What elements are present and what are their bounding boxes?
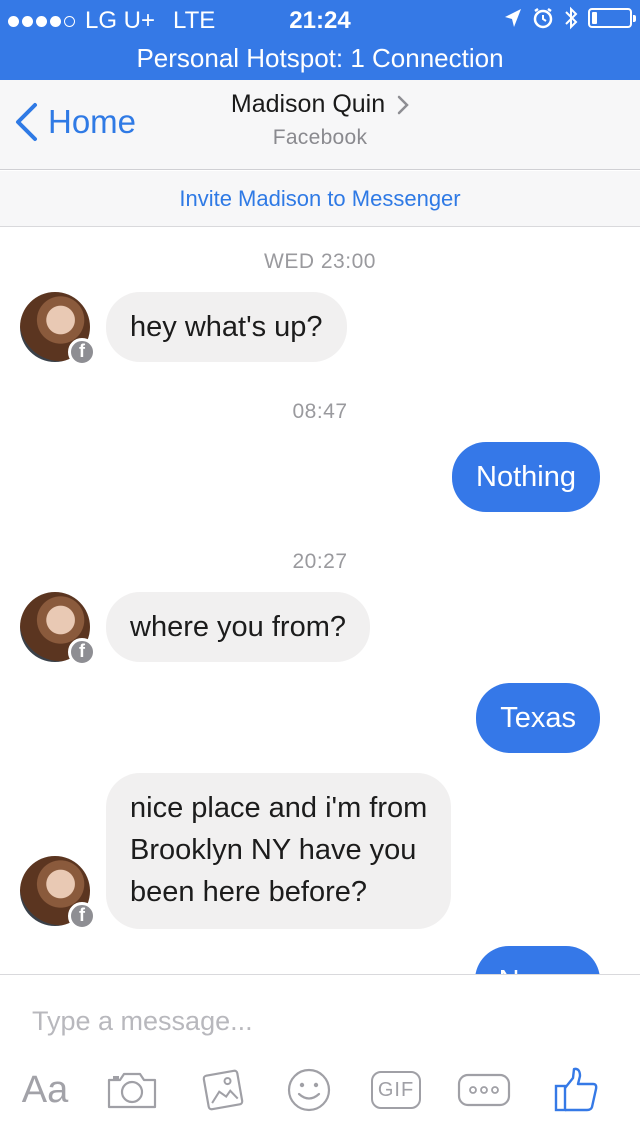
camera-button[interactable] (104, 1065, 160, 1115)
personal-hotspot-banner[interactable]: Personal Hotspot: 1 Connection (0, 40, 640, 80)
facebook-badge-icon: f (68, 338, 96, 366)
outgoing-message[interactable]: Nothing (452, 442, 600, 512)
message-line: nice place and i'm from (130, 792, 428, 824)
composer-toolbar: Aa GIF (0, 1065, 640, 1115)
message-input[interactable] (32, 999, 592, 1043)
avatar[interactable]: f (20, 856, 96, 930)
timestamp: WED 23:00 (264, 250, 376, 273)
conversation-header[interactable]: Madison Quin Facebook (0, 90, 640, 150)
message-thread[interactable]: WED 23:00 f hey what's up? 08:47 Nothing… (0, 228, 640, 974)
chevron-right-icon (397, 95, 409, 114)
timestamp: 20:27 (292, 550, 348, 573)
message-line: been here before? (130, 876, 368, 908)
status-right (504, 6, 636, 30)
camera-icon (107, 1072, 157, 1109)
photos-button[interactable] (198, 1065, 248, 1115)
more-icon (457, 1073, 511, 1107)
battery-fill (592, 12, 597, 24)
gif-label: GIF (371, 1071, 421, 1109)
outgoing-message[interactable]: Never (474, 946, 600, 974)
location-arrow-icon (505, 9, 521, 27)
contact-name: Madison Quin (230, 90, 386, 118)
facebook-badge-icon: f (68, 902, 96, 930)
more-button[interactable] (456, 1065, 512, 1115)
incoming-message[interactable]: nice place and i'm from Brooklyn NY have… (106, 773, 452, 929)
bluetooth-icon (565, 6, 578, 30)
alarm-icon (533, 7, 553, 29)
incoming-message[interactable]: hey what's up? (106, 292, 347, 362)
contact-source: Facebook (272, 126, 368, 149)
invite-to-messenger-link[interactable]: Invite Madison to Messenger (0, 171, 640, 227)
timestamp: 08:47 (292, 400, 348, 423)
navigation-bar: Home Madison Quin Facebook (0, 80, 640, 170)
avatar[interactable]: f (20, 592, 96, 666)
incoming-message[interactable]: where you from? (106, 592, 370, 662)
text-format-button[interactable]: Aa (16, 1065, 74, 1115)
emoji-icon (287, 1068, 331, 1112)
like-button[interactable] (548, 1065, 604, 1115)
contact-name-row[interactable]: Madison Quin (231, 90, 409, 119)
photos-icon (202, 1069, 244, 1111)
message-line: Brooklyn NY have you (130, 834, 417, 866)
thumbs-up-icon (554, 1067, 598, 1112)
gif-button[interactable]: GIF (370, 1065, 422, 1115)
facebook-badge-icon: f (68, 638, 96, 666)
message-composer: Aa GIF (0, 974, 640, 1136)
status-bar: LG U+ LTE 21:24 (0, 0, 640, 40)
battery-icon (588, 8, 636, 28)
emoji-button[interactable] (284, 1065, 334, 1115)
avatar[interactable]: f (20, 292, 96, 366)
outgoing-message[interactable]: Texas (476, 683, 600, 753)
